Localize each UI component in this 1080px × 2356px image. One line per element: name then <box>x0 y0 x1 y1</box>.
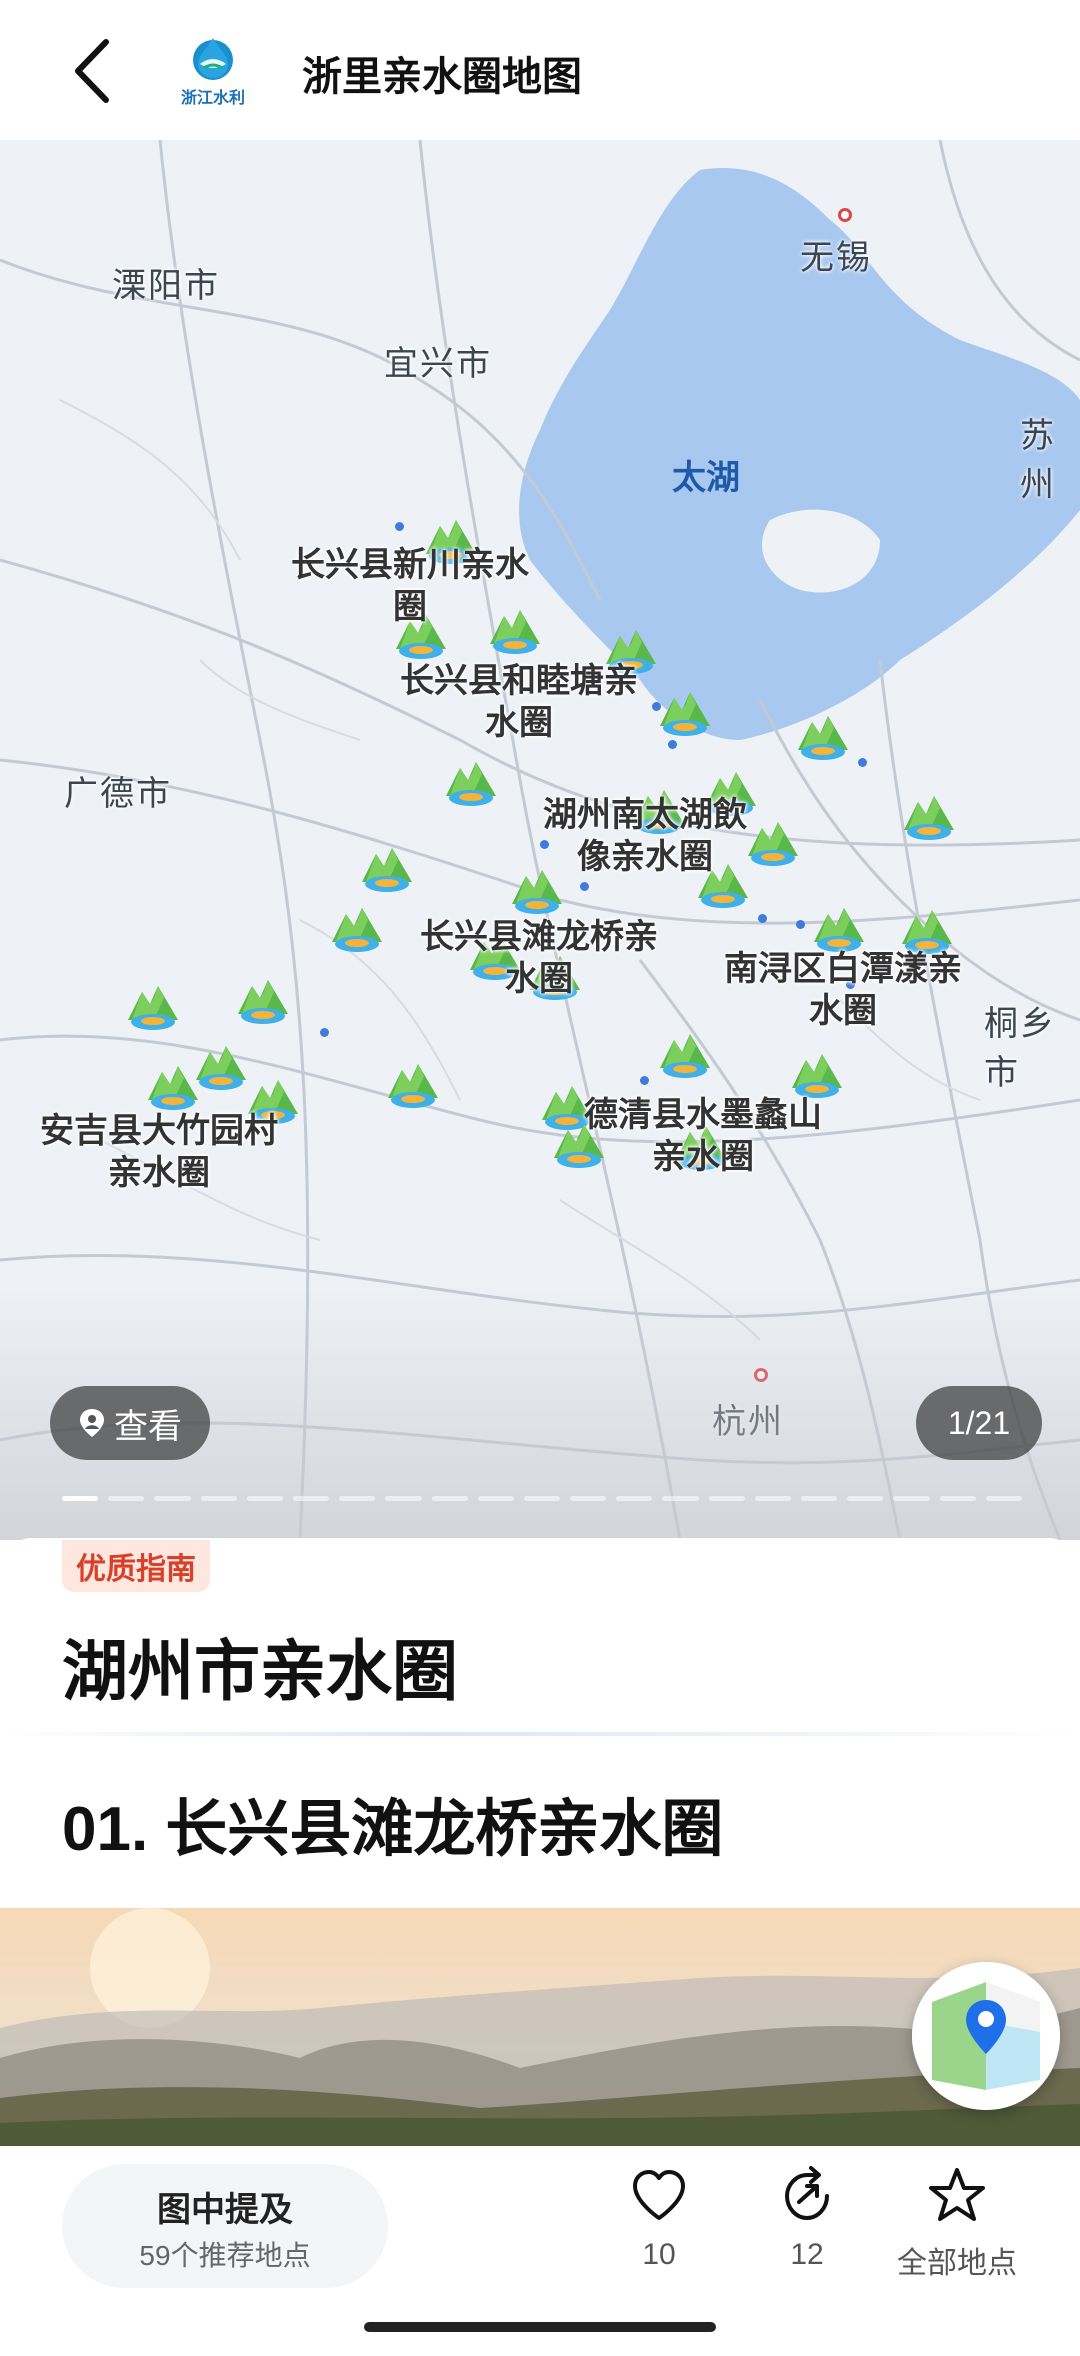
city-wuxi: 无锡 <box>800 239 872 277</box>
poi-label-lishan[interactable]: 德清县水墨蠡山亲水圈 <box>578 1094 828 1178</box>
page-indicator-segment <box>292 1496 330 1501</box>
home-indicator <box>364 2322 716 2332</box>
mentioned-places-button[interactable]: 图中提及 59个推荐地点 <box>62 2164 388 2288</box>
city-tongxiang: 桐乡市 <box>984 1005 1056 1092</box>
water-circle-marker-icon[interactable] <box>328 898 386 956</box>
page-indicator-segment <box>385 1496 422 1501</box>
map-dot <box>796 920 805 929</box>
water-circle-marker-icon[interactable] <box>234 970 292 1028</box>
page-indicator-segment <box>893 1496 930 1501</box>
water-circle-marker-icon[interactable] <box>442 752 500 810</box>
page-indicator-segment <box>339 1496 376 1501</box>
water-circle-marker-icon[interactable] <box>656 1024 714 1082</box>
content-title: 湖州市亲水圈 <box>62 1634 458 1708</box>
page-indicator-segment <box>662 1496 699 1501</box>
share-button[interactable]: 12 <box>752 2166 862 2276</box>
page-indicator-segment <box>985 1496 1022 1501</box>
page-indicator-segment <box>708 1496 745 1501</box>
map-location-button[interactable] <box>912 1962 1060 2110</box>
lake-label: 太湖 <box>672 459 740 497</box>
zhejiang-water-logo: 浙江水利 <box>168 32 258 112</box>
content-subtitle: 01. 长兴县滩龙桥亲水圈 <box>62 1795 724 1864</box>
person-pin-icon <box>80 1409 104 1437</box>
page-indicator-segment <box>570 1496 607 1501</box>
page-indicator-segment <box>477 1496 514 1501</box>
map-dot <box>758 914 767 923</box>
quality-guide-tag: 优质指南 <box>62 1540 210 1592</box>
page-indicator-segment <box>431 1496 468 1501</box>
page-indicator <box>62 1496 1022 1502</box>
water-circle-marker-icon[interactable] <box>656 682 714 740</box>
mentioned-count: 59个推荐地点 <box>139 2240 311 2271</box>
city-yixing: 宜兴市 <box>384 345 492 383</box>
map-dot <box>395 522 404 531</box>
page-indicator-segment <box>200 1496 237 1501</box>
map-dot <box>580 882 589 891</box>
water-circle-marker-icon[interactable] <box>900 786 958 844</box>
map-pin-icon <box>912 1962 1060 2110</box>
back-arrow-icon <box>75 39 109 103</box>
page-indicator-segment <box>62 1496 99 1501</box>
city-suzhou: 苏州 <box>1020 417 1056 504</box>
poi-label-hemutang[interactable]: 长兴县和睦塘亲水圈 <box>394 660 644 744</box>
water-circle-marker-icon[interactable] <box>192 1036 250 1094</box>
mentioned-title: 图中提及 <box>157 2191 293 2229</box>
page-indicator-segment <box>939 1496 976 1501</box>
map-dot <box>320 1028 329 1037</box>
section-divider <box>0 1732 1080 1736</box>
city-dot-wuxi <box>838 208 852 222</box>
water-circle-marker-icon[interactable] <box>358 838 416 896</box>
poi-label-baitanyang[interactable]: 南浔区白潭漾亲水圈 <box>718 948 968 1032</box>
all-places-label: 全部地点 <box>897 2247 1017 2280</box>
back-button[interactable] <box>62 36 122 106</box>
page-indicator-segment <box>154 1496 191 1501</box>
share-icon <box>784 2166 829 2221</box>
page-indicator-segment <box>523 1496 561 1501</box>
map-dot <box>640 1076 649 1085</box>
view-button-label: 查看 <box>114 1407 182 1446</box>
water-circle-marker-icon[interactable] <box>794 706 852 764</box>
page-indicator-segment <box>616 1496 653 1501</box>
star-icon <box>929 2168 985 2221</box>
poi-label-tanlongqiao[interactable]: 长兴县滩龙桥亲水圈 <box>414 916 664 1000</box>
page-indicator-segment <box>847 1496 884 1501</box>
map-dot <box>668 740 677 749</box>
poi-label-xinchuan[interactable]: 长兴县新川亲水圈 <box>280 544 540 628</box>
map-dot <box>858 758 867 767</box>
all-places-button[interactable]: 全部地点 <box>897 2166 1017 2280</box>
heart-icon <box>633 2170 685 2220</box>
water-circle-marker-icon[interactable] <box>124 976 182 1034</box>
like-count: 10 <box>642 2238 676 2271</box>
view-button[interactable]: 查看 <box>50 1386 210 1460</box>
like-button[interactable]: 10 <box>604 2166 714 2276</box>
share-count: 12 <box>790 2238 824 2271</box>
water-drop-logo-icon <box>193 38 233 80</box>
page-title: 浙里亲水圈地图 <box>302 55 582 99</box>
water-circle-marker-icon[interactable] <box>744 812 802 870</box>
page-indicator-segment <box>246 1496 283 1501</box>
image-counter: 1/21 <box>916 1386 1042 1460</box>
page-indicator-segment <box>754 1496 792 1501</box>
water-circle-marker-icon[interactable] <box>384 1054 442 1112</box>
logo-text: 浙江水利 <box>180 90 245 107</box>
city-guangde: 广德市 <box>64 775 172 813</box>
page-indicator-segment <box>801 1496 838 1501</box>
city-liyang: 溧阳市 <box>112 267 220 305</box>
page-indicator-segment <box>108 1496 145 1501</box>
map-view[interactable]: 溧阳市 宜兴市 无锡 苏州 广德市 桐乡市 杭州 太湖 长兴县新川亲水圈 长兴县… <box>0 140 1080 1540</box>
poi-label-nantaihu[interactable]: 湖州南太湖飲像亲水圈 <box>540 794 750 878</box>
poi-label-dazhuyuan[interactable]: 安吉县大竹园村亲水圈 <box>34 1110 284 1194</box>
app-header: 浙江水利 浙里亲水圈地图 <box>0 0 1080 140</box>
